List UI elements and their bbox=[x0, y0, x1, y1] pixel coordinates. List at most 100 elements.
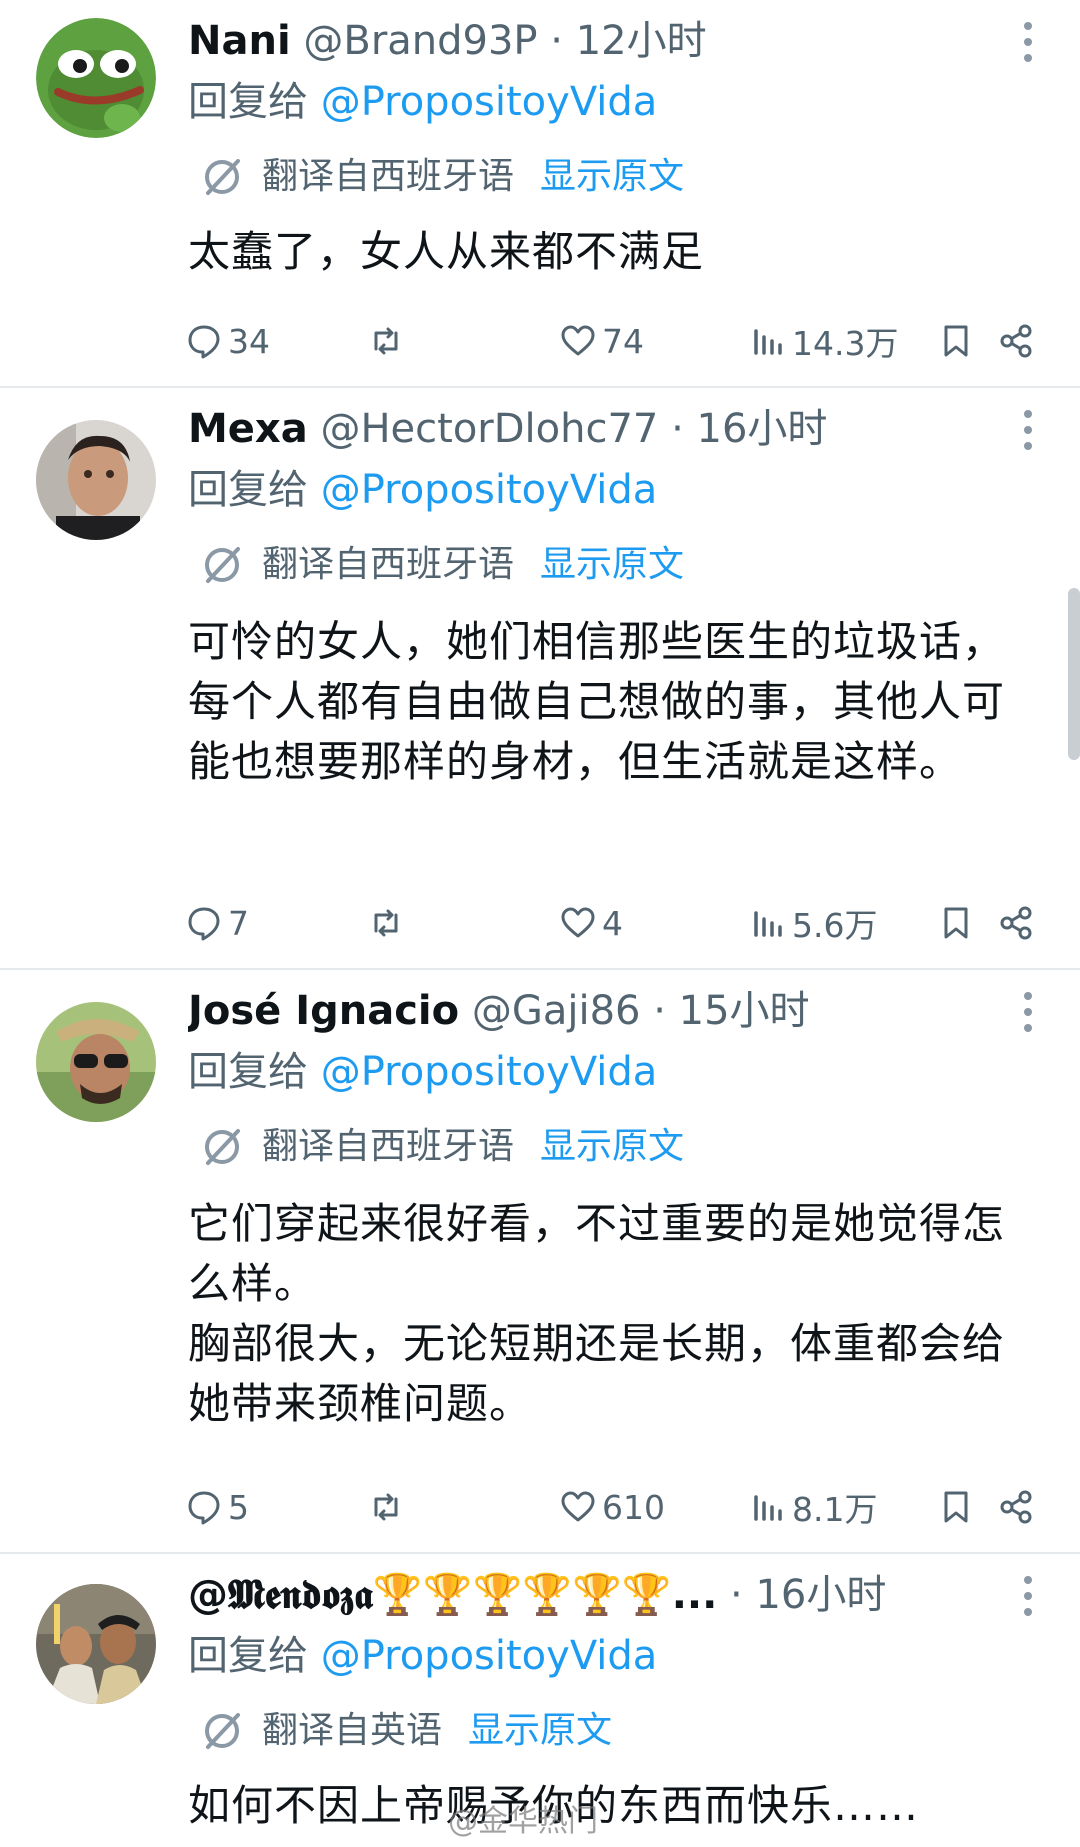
tweet-text-line: 它们穿起来很好看，不过重要的是她觉得怎么样。 bbox=[188, 1199, 1006, 1308]
more-options-icon[interactable] bbox=[1016, 1576, 1040, 1620]
tweet[interactable]: Mexa @HectorDlohc77 · 16小时 回复给 @Proposit… bbox=[0, 388, 1080, 970]
retweet-button[interactable] bbox=[368, 1484, 410, 1530]
avatar[interactable] bbox=[36, 420, 156, 540]
share-button[interactable] bbox=[998, 900, 1040, 946]
avatar[interactable] bbox=[36, 1584, 156, 1704]
views-icon bbox=[754, 329, 782, 355]
reply-icon bbox=[188, 1491, 220, 1525]
reply-to-handle[interactable]: @PropositoyVida bbox=[321, 1049, 658, 1095]
display-name[interactable]: José Ignacio bbox=[188, 988, 459, 1034]
reply-to-line: 回复给 @PropositoyVida bbox=[188, 464, 657, 516]
user-handle[interactable]: @Gaji86 bbox=[472, 988, 641, 1034]
bookmark-button[interactable] bbox=[938, 900, 980, 946]
reply-to-line: 回复给 @PropositoyVida bbox=[188, 1046, 657, 1098]
more-options-icon[interactable] bbox=[1016, 22, 1040, 66]
tweet[interactable]: Nani @Brand93P · 12小时 回复给 @PropositoyVid… bbox=[0, 0, 1080, 388]
retweet-button[interactable] bbox=[368, 900, 410, 946]
timestamp[interactable]: 16小时 bbox=[697, 406, 828, 452]
translated-from-label: 翻译自西班牙语 bbox=[262, 544, 515, 585]
bookmark-button[interactable] bbox=[938, 318, 980, 364]
share-button[interactable] bbox=[998, 318, 1040, 364]
display-name[interactable]: @𝕸𝖊𝖓𝖉𝖔𝖟𝖆🏆🏆🏆🏆🏆🏆... bbox=[188, 1572, 717, 1618]
translated-from-label: 翻译自西班牙语 bbox=[262, 156, 515, 197]
user-handle[interactable]: @Brand93P bbox=[303, 18, 537, 64]
show-original-link[interactable]: 显示原文 bbox=[468, 1706, 612, 1756]
user-handle[interactable]: @HectorDlohc77 bbox=[320, 406, 658, 452]
scrollbar[interactable] bbox=[1068, 588, 1080, 760]
reply-to-label: 回复给 bbox=[188, 467, 321, 513]
share-icon bbox=[1000, 1490, 1032, 1524]
reply-button[interactable]: 7 bbox=[186, 900, 249, 946]
translate-icon bbox=[205, 1129, 240, 1165]
reply-to-line: 回复给 @PropositoyVida bbox=[188, 1630, 657, 1682]
tweet-text-line: 太蠢了，女人从来都不满足 bbox=[188, 227, 705, 276]
like-button[interactable]: 610 bbox=[560, 1484, 665, 1530]
views-icon bbox=[754, 911, 782, 937]
reply-to-handle[interactable]: @PropositoyVida bbox=[321, 467, 658, 513]
like-button[interactable]: 4 bbox=[560, 900, 623, 946]
more-options-icon[interactable] bbox=[1016, 410, 1040, 454]
views-button[interactable]: 8.1万 bbox=[750, 1484, 877, 1530]
timestamp[interactable]: 12小时 bbox=[576, 18, 707, 64]
timestamp[interactable]: 16小时 bbox=[755, 1572, 886, 1618]
show-original-link[interactable]: 显示原文 bbox=[540, 540, 684, 590]
reply-to-handle[interactable]: @PropositoyVida bbox=[321, 1633, 658, 1679]
view-count: 5.6万 bbox=[792, 906, 878, 945]
tweet-text: 太蠢了，女人从来都不满足 bbox=[188, 222, 1038, 282]
man-sunglasses-avatar-icon bbox=[36, 1002, 156, 1122]
tweet-text-line: 如何不因上帝赐予你的东西而快乐…… bbox=[188, 1781, 920, 1830]
avatar[interactable] bbox=[36, 1002, 156, 1122]
action-bar: 34 74 14.3万 bbox=[186, 318, 1040, 364]
bookmark-button[interactable] bbox=[938, 1484, 980, 1530]
views-button[interactable]: 5.6万 bbox=[750, 900, 877, 946]
reply-count: 7 bbox=[228, 903, 249, 943]
heart-icon bbox=[561, 907, 595, 938]
avatar[interactable] bbox=[36, 18, 156, 138]
translation-bar: 翻译自西班牙语 显示原文 bbox=[200, 1122, 684, 1172]
tweet-text: 它们穿起来很好看，不过重要的是她觉得怎么样。 胸部很大，无论短期还是长期，体重都… bbox=[188, 1194, 1038, 1434]
tweet[interactable]: José Ignacio @Gaji86 · 15小时 回复给 @Proposi… bbox=[0, 970, 1080, 1554]
reply-icon bbox=[188, 325, 220, 359]
reply-button[interactable]: 5 bbox=[186, 1484, 249, 1530]
timestamp[interactable]: 15小时 bbox=[679, 988, 810, 1034]
translate-icon bbox=[205, 159, 240, 195]
heart-icon bbox=[561, 325, 595, 356]
retweet-icon bbox=[374, 1493, 398, 1521]
pepe-frog-avatar-icon bbox=[36, 18, 156, 138]
more-options-icon[interactable] bbox=[1016, 992, 1040, 1036]
show-original-link[interactable]: 显示原文 bbox=[540, 1122, 684, 1172]
retweet-icon bbox=[374, 327, 398, 355]
bookmark-icon bbox=[944, 1491, 968, 1523]
share-icon bbox=[1000, 906, 1032, 940]
translation-bar: 翻译自西班牙语 显示原文 bbox=[200, 540, 684, 590]
reply-to-label: 回复给 bbox=[188, 1049, 321, 1095]
display-name[interactable]: Nani bbox=[188, 18, 291, 64]
reply-button[interactable]: 34 bbox=[186, 318, 270, 364]
separator: · bbox=[658, 406, 697, 452]
translation-bar: 翻译自西班牙语 显示原文 bbox=[200, 152, 684, 202]
separator: · bbox=[640, 988, 679, 1034]
tweet-text-line: 可怜的女人，她们相信那些医生的垃圾话，每个人都有自由做自己想做的事，其他人可能也… bbox=[188, 617, 1006, 786]
views-button[interactable]: 14.3万 bbox=[750, 318, 898, 364]
like-count: 4 bbox=[602, 903, 623, 943]
translate-icon bbox=[205, 547, 240, 583]
views-icon bbox=[754, 1495, 782, 1521]
reply-icon bbox=[188, 907, 220, 941]
show-original-link[interactable]: 显示原文 bbox=[540, 152, 684, 202]
share-button[interactable] bbox=[998, 1484, 1040, 1530]
bookmark-icon bbox=[944, 907, 968, 939]
like-button[interactable]: 74 bbox=[560, 318, 644, 364]
translate-icon bbox=[205, 1713, 240, 1749]
tweet-header: Nani @Brand93P · 12小时 bbox=[188, 14, 970, 68]
man-selfie-avatar-icon bbox=[36, 420, 156, 540]
view-count: 14.3万 bbox=[792, 324, 899, 363]
display-name[interactable]: Mexa bbox=[188, 406, 308, 452]
tweet-header: @𝕸𝖊𝖓𝖉𝖔𝖟𝖆🏆🏆🏆🏆🏆🏆... · 16小时 bbox=[188, 1568, 970, 1622]
retweet-icon bbox=[374, 909, 398, 937]
action-bar: 7 4 5.6万 bbox=[186, 900, 1040, 946]
separator: · bbox=[537, 18, 576, 64]
like-count: 74 bbox=[602, 321, 644, 361]
reply-to-handle[interactable]: @PropositoyVida bbox=[321, 79, 658, 125]
tweet-text-line: 胸部很大，无论短期还是长期，体重都会给她带来颈椎问题。 bbox=[188, 1319, 1006, 1428]
retweet-button[interactable] bbox=[368, 318, 410, 364]
